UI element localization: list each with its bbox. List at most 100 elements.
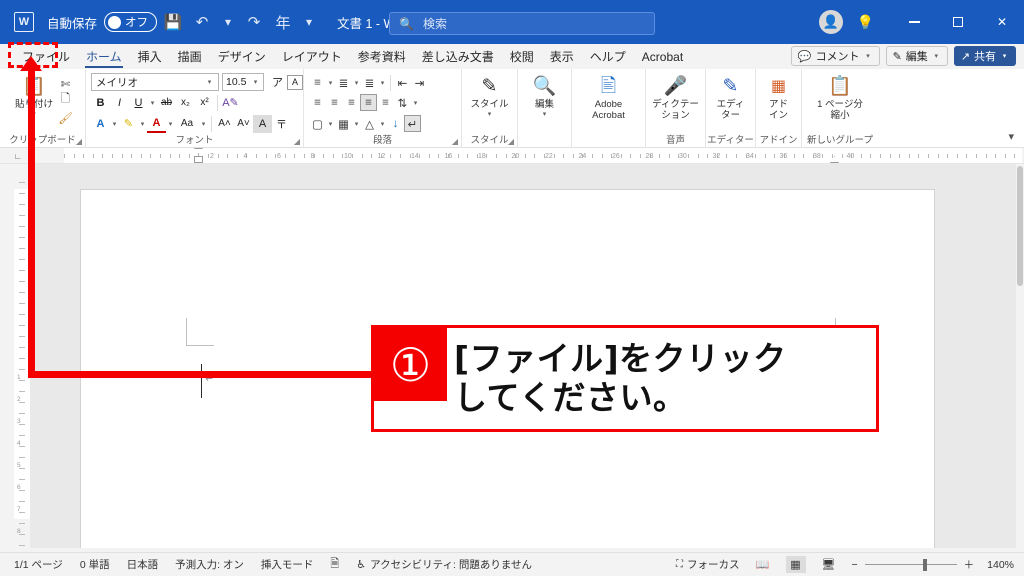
- dialog-launcher-icon[interactable]: ◢: [508, 137, 514, 146]
- vertical-scrollbar[interactable]: [1016, 164, 1024, 548]
- justify-icon[interactable]: ≡: [360, 94, 377, 111]
- insert-mode-indicator[interactable]: 挿入モード: [261, 557, 314, 572]
- language-indicator[interactable]: 日本語: [127, 557, 159, 572]
- tab-home[interactable]: ホーム: [78, 44, 130, 69]
- chevron-down-icon[interactable]: ▾: [205, 78, 214, 86]
- dictate-button[interactable]: 🎤 ディクテー ション: [649, 72, 703, 121]
- align-left-icon[interactable]: ≡: [309, 94, 326, 111]
- comments-button[interactable]: 💬 コメント ▾: [790, 46, 880, 66]
- text-effects-icon[interactable]: A✎: [221, 94, 240, 112]
- font-name-input[interactable]: メイリオ ▾: [91, 73, 219, 91]
- chevron-down-icon[interactable]: ▾: [378, 120, 387, 128]
- zoom-level-label[interactable]: 140%: [987, 559, 1014, 571]
- borders-icon[interactable]: ▦: [335, 115, 352, 132]
- clear-formatting-button[interactable]: A: [253, 114, 272, 133]
- tab-review[interactable]: 校閲: [502, 44, 542, 69]
- editing-mode-button[interactable]: ✎ 編集 ▾: [885, 46, 948, 66]
- search-input[interactable]: 🔍 検索: [389, 12, 655, 35]
- zoom-in-button[interactable]: ＋: [964, 557, 975, 572]
- shading-icon[interactable]: ▢: [309, 115, 326, 132]
- zoom-slider[interactable]: − ＋: [852, 557, 975, 572]
- ime-icon[interactable]: 年: [270, 8, 296, 36]
- highlight-icon[interactable]: ✎: [119, 115, 138, 133]
- bullet-list-icon[interactable]: ≡: [309, 74, 326, 91]
- chevron-down-icon[interactable]: ▾: [326, 120, 335, 128]
- zoom-track[interactable]: [864, 558, 957, 571]
- tab-design[interactable]: デザイン: [210, 44, 274, 69]
- sort-icon[interactable]: ↓: [387, 115, 404, 132]
- increase-indent-icon[interactable]: ⇥: [411, 74, 428, 91]
- maximize-button[interactable]: [936, 7, 980, 37]
- multilevel-list-icon[interactable]: ≣: [361, 74, 378, 91]
- chevron-down-icon[interactable]: ▾: [485, 111, 494, 119]
- chevron-down-icon[interactable]: ▾: [352, 79, 361, 87]
- undo-dropdown-icon[interactable]: ▾: [218, 8, 238, 36]
- dialog-launcher-icon[interactable]: ◢: [294, 137, 300, 146]
- focus-mode-button[interactable]: ⛶ フォーカス: [676, 557, 740, 572]
- redo-icon[interactable]: ↷: [241, 8, 267, 36]
- share-button[interactable]: ↗ 共有 ▾: [953, 46, 1016, 66]
- phonetic-guide-icon[interactable]: ア: [268, 73, 287, 91]
- addins-button[interactable]: ▦ アド イン: [759, 72, 799, 121]
- underline-button[interactable]: U: [129, 94, 148, 112]
- tab-draw[interactable]: 描画: [170, 44, 210, 69]
- distribute-icon[interactable]: ≡: [377, 94, 394, 111]
- dialog-launcher-icon[interactable]: ◢: [76, 137, 82, 146]
- zoom-out-button[interactable]: −: [852, 559, 858, 571]
- undo-icon[interactable]: ↶: [189, 8, 215, 36]
- strikethrough-button[interactable]: ab: [157, 94, 176, 112]
- track-changes-icon[interactable]: 🗎: [330, 555, 339, 574]
- shrink-font-button[interactable]: A˅: [234, 115, 253, 133]
- collapse-ribbon-icon[interactable]: ▾: [1008, 130, 1014, 143]
- tab-insert[interactable]: 挿入: [130, 44, 170, 69]
- font-color-red-icon[interactable]: A: [147, 115, 166, 133]
- dialog-launcher-icon[interactable]: ◢: [452, 137, 458, 146]
- change-case-button[interactable]: Aa: [175, 115, 199, 133]
- left-indent-marker[interactable]: [194, 156, 203, 163]
- page-indicator[interactable]: 1/1 ページ: [14, 557, 63, 572]
- tab-acrobat[interactable]: Acrobat: [634, 44, 691, 69]
- zoom-knob[interactable]: [922, 558, 927, 571]
- read-mode-icon[interactable]: 📖: [753, 556, 773, 573]
- font-color-icon[interactable]: A: [91, 115, 110, 133]
- tab-help[interactable]: ヘルプ: [582, 44, 634, 69]
- avatar[interactable]: 👤: [818, 10, 843, 34]
- prediction-indicator[interactable]: 予測入力: オン: [175, 557, 244, 572]
- copy-icon[interactable]: 🗋: [57, 92, 74, 109]
- font-size-input[interactable]: 10.5 ▾: [222, 73, 264, 91]
- styles-button[interactable]: ✎ スタイル ▾: [466, 72, 514, 118]
- word-count[interactable]: 0 単語: [80, 557, 110, 572]
- lightbulb-icon[interactable]: 💡: [857, 14, 874, 31]
- align-right-icon[interactable]: ≡: [343, 94, 360, 111]
- format-painter-icon[interactable]: 🖌: [57, 109, 74, 126]
- chevron-down-icon[interactable]: ▾: [352, 120, 361, 128]
- scrollbar-thumb[interactable]: [1017, 166, 1023, 286]
- shrink-one-page-button[interactable]: 📋 1 ページ分 縮小: [805, 72, 875, 121]
- tab-layout[interactable]: レイアウト: [274, 44, 350, 69]
- horizontal-ruler[interactable]: ∟ 2 4 6 8 10 12 14 16 18 20 22 24 26 28 30 32 34 36 38 40: [0, 148, 1024, 164]
- save-icon[interactable]: 💾: [160, 8, 186, 36]
- chevron-down-icon[interactable]: ▾: [199, 120, 208, 128]
- chevron-down-icon[interactable]: ▾: [378, 79, 387, 87]
- chevron-down-icon[interactable]: ▾: [326, 79, 335, 87]
- line-spacing-icon[interactable]: ⇅: [394, 94, 411, 111]
- italic-button[interactable]: I: [110, 94, 129, 112]
- chevron-down-icon[interactable]: ▾: [110, 120, 119, 128]
- grow-font-button[interactable]: A˄: [215, 115, 234, 133]
- superscript-button[interactable]: x²: [195, 94, 214, 112]
- tab-stop-left-icon[interactable]: ∟: [14, 152, 22, 161]
- tab-references[interactable]: 参考資料: [350, 44, 414, 69]
- tab-view[interactable]: 表示: [542, 44, 582, 69]
- editor-button[interactable]: ✎ エディ ター: [709, 72, 753, 121]
- close-button[interactable]: ✕: [980, 7, 1024, 37]
- enclose-character-icon[interactable]: 〒: [272, 115, 291, 133]
- minimize-button[interactable]: [892, 7, 936, 37]
- chevron-down-icon[interactable]: ▾: [148, 99, 157, 107]
- align-center-icon[interactable]: ≡: [326, 94, 343, 111]
- bold-button[interactable]: B: [91, 94, 110, 112]
- web-layout-icon[interactable]: 🖥: [819, 556, 839, 573]
- chevron-down-icon[interactable]: ▾: [166, 120, 175, 128]
- print-layout-icon[interactable]: ▦: [785, 556, 806, 573]
- character-border-icon[interactable]: A: [287, 74, 303, 90]
- chevron-down-icon[interactable]: ▾: [540, 111, 549, 119]
